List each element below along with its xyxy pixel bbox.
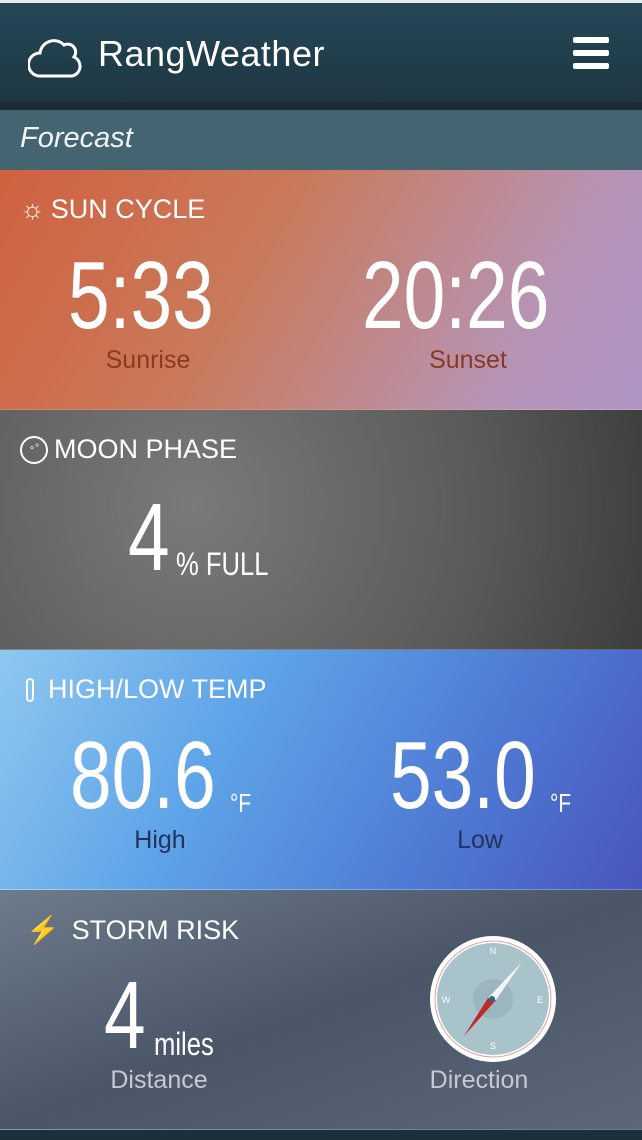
low-unit: °F: [550, 788, 572, 818]
compass-n: N: [490, 946, 497, 956]
sun-cycle-card[interactable]: ☼ SUN CYCLE 5:33 Sunrise 20:26 Sunset: [0, 170, 642, 410]
card-title: SUN CYCLE: [50, 194, 206, 224]
compass-e: E: [537, 995, 543, 1005]
high-temp: 80.6: [70, 722, 216, 829]
distance-unit: miles: [154, 1026, 214, 1062]
high-unit: °F: [230, 788, 252, 818]
sunset-label: Sunset: [429, 346, 507, 374]
app-title: RangWeather: [98, 33, 325, 74]
cloud-logo-icon: [28, 39, 82, 78]
card-title: MOON PHASE: [54, 434, 238, 464]
lightning-icon: ⚡: [26, 915, 60, 945]
moon-phase-card[interactable]: ∘° MOON PHASE 4 % FULL: [0, 410, 642, 650]
sun-icon: ☼: [20, 194, 45, 224]
section-bar: Forecast: [0, 110, 642, 170]
storm-distance: 4: [104, 962, 146, 1069]
temperature-card[interactable]: HIGH/LOW TEMP 80.6 °F High 53.0 °F Low: [0, 650, 642, 890]
bottom-bar: [0, 1130, 642, 1140]
section-title: Forecast: [20, 122, 133, 154]
storm-risk-card[interactable]: ⚡ STORM RISK 4 miles Distance N E S W Dir…: [0, 890, 642, 1130]
thermometer-icon: [26, 677, 34, 702]
distance-label: Distance: [110, 1066, 208, 1094]
low-temp: 53.0: [390, 722, 536, 829]
direction-label: Direction: [429, 1066, 529, 1094]
high-label: High: [134, 826, 186, 854]
divider: [0, 102, 642, 110]
app-header: RangWeather: [0, 0, 642, 102]
compass-w: W: [442, 995, 451, 1005]
compass-icon: N E S W: [430, 936, 556, 1062]
card-title: HIGH/LOW TEMP: [48, 674, 267, 704]
moon-icon: ∘°: [20, 435, 48, 464]
moon-unit: % FULL: [176, 546, 269, 582]
sunset-time: 20:26: [362, 242, 550, 349]
compass-s: S: [490, 1041, 496, 1051]
hamburger-menu-button[interactable]: [573, 37, 609, 71]
moon-percent: 4: [128, 484, 170, 591]
low-label: Low: [457, 826, 503, 854]
sunrise-label: Sunrise: [105, 346, 191, 374]
card-title: STORM RISK: [71, 914, 240, 945]
sunrise-time: 5:33: [68, 242, 214, 349]
